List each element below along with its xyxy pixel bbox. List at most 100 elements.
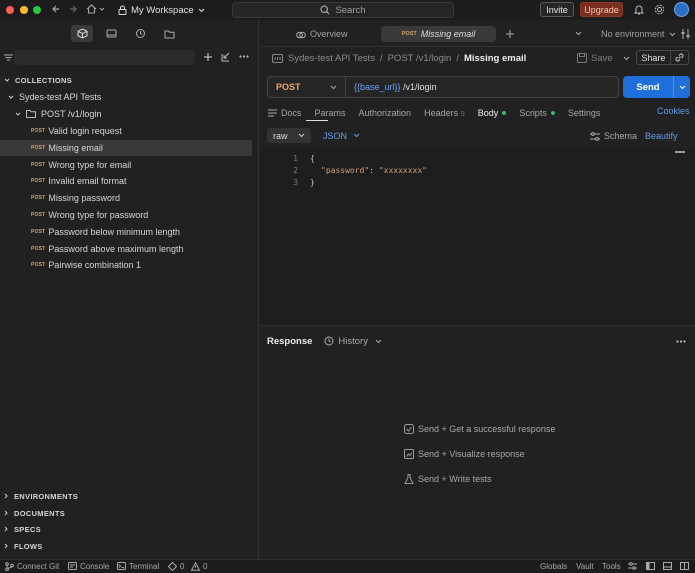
layout-bottom-icon[interactable] xyxy=(663,562,672,570)
menu-icon[interactable] xyxy=(4,54,13,61)
back-arrow-icon[interactable] xyxy=(51,4,61,14)
hint-visualize-response[interactable]: Send + Visualize response xyxy=(404,447,525,461)
tab-overview[interactable]: Overview xyxy=(296,26,348,42)
plus-icon[interactable] xyxy=(203,52,213,62)
hint-successful-response[interactable]: Send + Get a successful response xyxy=(404,422,555,436)
beautify-button[interactable]: Beautify xyxy=(645,131,678,141)
settings-sliders-icon[interactable] xyxy=(628,562,637,570)
files-tab[interactable] xyxy=(158,25,180,42)
response-title: Response xyxy=(267,335,313,347)
folder-icon xyxy=(26,110,36,118)
documents-section-header[interactable]: DOCUMENTS xyxy=(4,506,65,520)
gear-icon[interactable] xyxy=(654,4,665,15)
workspace-selector[interactable]: My Workspace xyxy=(118,3,205,17)
schema-button[interactable]: Schema xyxy=(590,131,637,141)
layout-split-icon[interactable] xyxy=(680,562,689,570)
hint-label: Send + Get a successful response xyxy=(418,424,556,434)
environments-tab[interactable] xyxy=(100,25,122,42)
invite-button[interactable]: Invite xyxy=(540,2,574,17)
tab-authorization[interactable]: Authorization xyxy=(359,108,412,118)
globals-button[interactable]: Globals xyxy=(540,561,567,571)
sidebar-request-item[interactable]: POST Wrong type for password xyxy=(0,207,252,223)
chevron-down-icon xyxy=(298,133,305,138)
history-button[interactable]: History xyxy=(324,336,382,347)
tab-settings[interactable]: Settings xyxy=(568,108,601,118)
sidebar-request-item[interactable]: POST Password above maximum length xyxy=(0,241,252,257)
request-name: Missing password xyxy=(48,193,120,204)
filter-input[interactable] xyxy=(14,50,195,65)
history-icon xyxy=(324,336,334,346)
body-mode-select[interactable]: raw xyxy=(267,128,311,143)
connect-git-button[interactable]: Connect Git xyxy=(5,561,59,571)
send-button[interactable]: Send xyxy=(623,76,690,98)
share-button[interactable]: Share xyxy=(636,50,689,65)
more-options-icon[interactable] xyxy=(676,340,686,343)
tab-params[interactable]: Params xyxy=(315,108,346,118)
terminal-button[interactable]: Terminal xyxy=(117,561,159,571)
vault-button[interactable]: Vault xyxy=(576,561,594,571)
tab-scripts[interactable]: Scripts xyxy=(519,108,555,118)
url-input[interactable]: {{base_url}} /v1/login xyxy=(346,82,437,92)
cookies-link[interactable]: Cookies xyxy=(657,106,690,116)
status-dot xyxy=(550,111,555,115)
sidebar-request-item[interactable]: POST Password below minimum length xyxy=(0,224,252,240)
save-button[interactable]: Save xyxy=(577,51,630,65)
collection-item[interactable]: Sydes-test API Tests xyxy=(8,89,101,105)
method-selector[interactable]: POST xyxy=(268,77,346,97)
sidebar-request-item[interactable]: POST Valid login request xyxy=(0,123,252,139)
tab-docs[interactable]: Docs xyxy=(268,108,302,118)
folder-item[interactable]: POST /v1/login xyxy=(15,106,101,122)
link-icon[interactable] xyxy=(671,53,688,62)
home-icon[interactable] xyxy=(86,4,105,14)
minimize-window-button[interactable] xyxy=(20,6,28,14)
console-button[interactable]: Console xyxy=(68,561,109,571)
scrollbar-thumb[interactable] xyxy=(675,151,685,153)
chevron-down-icon[interactable] xyxy=(674,85,690,90)
new-tab-plus-icon[interactable] xyxy=(505,29,515,39)
search-bar[interactable]: Search xyxy=(232,2,454,18)
tools-button[interactable]: Tools xyxy=(602,561,621,571)
layout-sidebar-icon[interactable] xyxy=(646,562,655,570)
specs-section-header[interactable]: SPECS xyxy=(4,522,41,536)
close-window-button[interactable] xyxy=(6,6,14,14)
specs-label: SPECS xyxy=(14,524,41,534)
cube-icon xyxy=(71,25,93,42)
tab-missing-email[interactable]: POST Missing email xyxy=(381,26,496,42)
settings-sliders-icon[interactable] xyxy=(681,29,690,39)
body-format-select[interactable]: JSON xyxy=(323,131,360,141)
breadcrumb-folder[interactable]: POST /v1/login xyxy=(388,53,452,64)
environments-section-header[interactable]: ENVIRONMENTS xyxy=(4,489,78,503)
more-options-icon[interactable] xyxy=(239,55,249,58)
bell-icon[interactable] xyxy=(634,4,644,15)
sidebar-request-item[interactable]: POST Missing password xyxy=(0,190,252,206)
environment-selector[interactable]: No environment xyxy=(601,26,676,42)
chevron-down-icon[interactable] xyxy=(575,31,582,36)
sidebar-request-item[interactable]: POST Missing email xyxy=(0,139,252,156)
headers-count: 9 xyxy=(460,109,465,118)
collections-tab[interactable] xyxy=(71,25,93,42)
collections-section-header[interactable]: COLLECTIONS xyxy=(4,73,72,87)
tab-body[interactable]: Body xyxy=(478,108,507,118)
avatar[interactable] xyxy=(674,2,689,17)
tab-headers[interactable]: Headers 9 xyxy=(424,108,465,118)
upgrade-button[interactable]: Upgrade xyxy=(580,2,623,17)
maximize-window-button[interactable] xyxy=(33,6,41,14)
forward-arrow-icon[interactable] xyxy=(68,4,78,14)
sidebar-request-item[interactable]: POST Pairwise combination 1 xyxy=(0,257,252,273)
hint-write-tests[interactable]: Send + Write tests xyxy=(404,472,492,486)
sidebar-request-item[interactable]: POST Wrong type for email xyxy=(0,157,252,173)
lock-icon xyxy=(118,5,127,15)
chevron-right-icon xyxy=(4,510,9,516)
sidebar-request-item[interactable]: POST Invalid email format xyxy=(0,173,252,189)
warning-count[interactable]: 0 xyxy=(191,561,207,571)
body-editor[interactable]: 1 { 2 "password": "xxxxxxxx" 3 } xyxy=(260,149,695,326)
url-path: /v1/login xyxy=(400,82,437,92)
chart-icon xyxy=(404,449,414,459)
history-tab[interactable] xyxy=(129,25,151,42)
breadcrumb-collection[interactable]: Sydes-test API Tests xyxy=(288,53,375,64)
flows-section-header[interactable]: FLOWS xyxy=(4,539,43,553)
url-variable: {{base_url}} xyxy=(354,82,401,92)
method-badge: POST xyxy=(31,195,46,202)
import-icon[interactable] xyxy=(221,52,231,62)
error-count[interactable]: 0 xyxy=(168,561,184,571)
